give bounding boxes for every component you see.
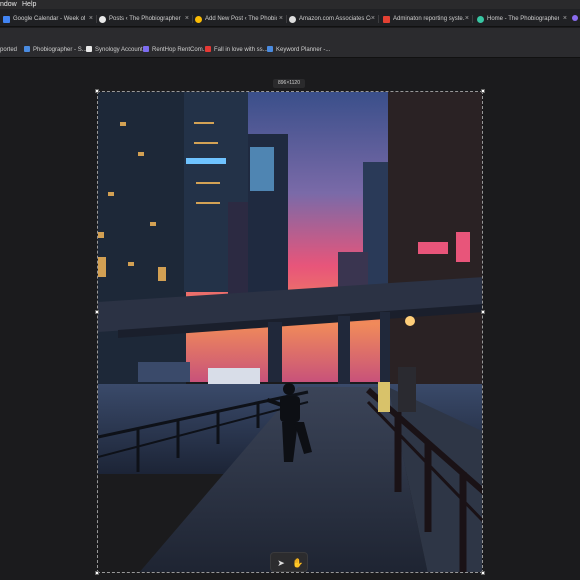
resize-handle-left[interactable] (95, 310, 99, 314)
bookmark-keyword-planner[interactable]: Keyword Planner -... (267, 42, 330, 58)
tab-posts[interactable]: Posts ‹ The Phobiographer ... × (99, 12, 191, 26)
tab-label: Google Calendar - Week of ... (13, 16, 85, 22)
select-arrow-icon[interactable]: ➤ (275, 557, 287, 569)
menu-item-help[interactable]: Help (22, 0, 36, 9)
tab-google-calendar[interactable]: Google Calendar - Week of ... × (3, 12, 95, 26)
close-icon[interactable]: × (563, 12, 567, 26)
tab-separator (378, 15, 379, 23)
tab-amazon-associates[interactable]: Amazon.com Associates Ce... × (289, 12, 377, 26)
chrome-icon (99, 15, 106, 23)
bookmark-fall-in-love[interactable]: Fall in love with ss... (205, 42, 268, 58)
tab-home-phobiographer[interactable]: Home - The Phobiographer × (477, 12, 569, 26)
calendar-icon (3, 15, 10, 23)
image-dimension-label: 896×1120 (273, 79, 305, 88)
tab-separator (286, 15, 287, 23)
tab-separator (192, 15, 193, 23)
bookmark-label: Phobiographer - S... (33, 47, 87, 53)
tab-label: Amazon.com Associates Ce... (299, 16, 371, 22)
tab-separator (96, 15, 97, 23)
address-bar-area (0, 28, 580, 42)
menu-item-window[interactable]: ndow (0, 0, 17, 9)
city-runner-photo (98, 92, 482, 572)
resize-handle-top-left[interactable] (95, 89, 99, 93)
tab-adminaton[interactable]: Adminaton reporting syste... × (383, 12, 471, 26)
tab-add-new-post[interactable]: Add New Post ‹ The Phobiog... × (195, 12, 285, 26)
bookmark-renthop[interactable]: RentHop RentCom... (143, 42, 208, 58)
tab-label: Posts ‹ The Phobiographer ... (109, 16, 181, 22)
tab-strip: Google Calendar - Week of ... × Posts ‹ … (0, 9, 580, 27)
close-icon[interactable]: × (185, 12, 189, 26)
bookmark-label: Keyword Planner -... (276, 47, 331, 53)
bookmark-phobiographer[interactable]: Phobiographer - S... (24, 42, 87, 58)
close-icon[interactable]: × (371, 12, 375, 26)
google-ads-icon (267, 46, 273, 52)
close-icon[interactable]: × (89, 12, 93, 26)
bookmark-label: Synology Account (95, 47, 143, 53)
folder-icon (24, 46, 30, 52)
resize-handle-top-right[interactable] (481, 89, 485, 93)
synology-icon (86, 46, 92, 52)
chrome-icon (195, 15, 202, 23)
creative-icon (205, 46, 211, 52)
bookmark-label: Fall in love with ss... (214, 47, 268, 53)
resize-handle-bottom-right[interactable] (481, 571, 485, 575)
canvas-image[interactable] (97, 91, 483, 573)
bookmark-synology[interactable]: Synology Account (86, 42, 143, 58)
tab-separator (472, 15, 473, 23)
bookmark-imported[interactable]: ported (0, 42, 17, 58)
report-icon (383, 15, 390, 23)
more-tabs-icon[interactable] (572, 15, 578, 21)
bookmark-label: RentHop RentCom... (152, 47, 208, 53)
resize-handle-bottom-left[interactable] (95, 571, 99, 575)
close-icon[interactable]: × (465, 12, 469, 26)
tab-label: Home - The Phobiographer (487, 16, 559, 22)
home-icon (477, 15, 484, 23)
tab-label: Add New Post ‹ The Phobiog... (205, 16, 277, 22)
close-icon[interactable]: × (279, 12, 283, 26)
resize-handle-right[interactable] (481, 310, 485, 314)
tab-label: Adminaton reporting syste... (393, 16, 465, 22)
hand-pan-icon[interactable]: ✋ (292, 557, 304, 569)
globe-icon (289, 15, 296, 23)
canvas-toolbar: ➤ ✋ (270, 552, 308, 572)
menu-bar: ndow Help (0, 0, 580, 9)
bookmarks-bar: ported Phobiographer - S... Synology Acc… (0, 42, 580, 58)
renthop-icon (143, 46, 149, 52)
